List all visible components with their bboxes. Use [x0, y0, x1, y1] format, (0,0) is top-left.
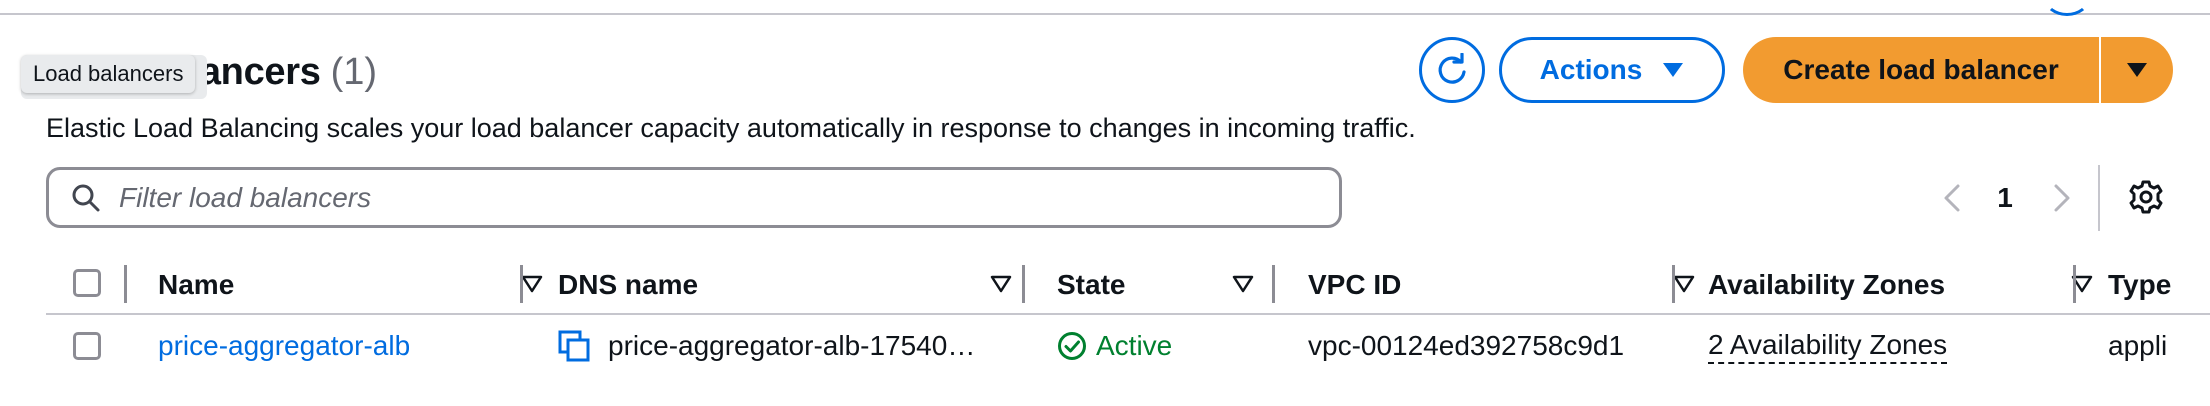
create-load-balancer-label: Create load balancer — [1783, 54, 2059, 85]
page-title-count: (1) — [330, 50, 378, 93]
page-number[interactable]: 1 — [1990, 178, 2020, 218]
caret-down-icon — [2127, 63, 2147, 77]
preferences-button[interactable] — [2126, 177, 2166, 217]
column-label: Name — [158, 269, 235, 300]
cell-text: price-aggregator-alb — [158, 329, 411, 361]
previous-page-button[interactable] — [1937, 178, 1967, 218]
status-text: Active — [1096, 329, 1173, 361]
column-label: Type — [2108, 269, 2172, 300]
column-header-type[interactable]: Type — [2108, 257, 2210, 313]
refresh-icon — [1438, 53, 1466, 84]
actions-label: Actions — [1539, 54, 1643, 85]
cell-text: price-aggregator-alb-17540… — [608, 329, 976, 361]
table-header: Name DNS name State VPC ID Availability … — [46, 257, 2210, 315]
column-label: State — [1057, 269, 1126, 300]
cell-text: 2 Availability Zones — [1708, 328, 1948, 364]
load-balancer-name-link[interactable]: price-aggregator-alb — [158, 313, 410, 378]
column-header-availability-zones[interactable]: Availability Zones — [1708, 257, 2108, 313]
sort-icon — [990, 275, 1012, 293]
next-page-button[interactable] — [2047, 178, 2077, 218]
cell-text: vpc-00124ed392758c9d1 — [1308, 329, 1625, 361]
page-description: Elastic Load Balancing scales your load … — [46, 113, 1416, 143]
title-tooltip: Load balancers — [21, 55, 196, 93]
column-header-name[interactable]: Name — [158, 257, 548, 313]
column-separator — [2073, 265, 2076, 303]
dns-name-cell: price-aggregator-alb-17540… — [558, 313, 975, 378]
sort-icon — [1232, 275, 1254, 293]
row-select-checkbox[interactable] — [73, 332, 101, 360]
actions-button[interactable]: Actions — [1499, 37, 1725, 103]
column-label: DNS name — [558, 269, 699, 300]
column-separator — [1672, 265, 1675, 303]
status-success-icon — [1058, 331, 1086, 360]
column-label: VPC ID — [1308, 269, 1402, 300]
table-row: price-aggregator-alb price-aggregator-al… — [46, 313, 2210, 378]
filter-input[interactable] — [117, 180, 1271, 215]
column-separator — [124, 265, 127, 303]
column-separator — [1272, 265, 1275, 303]
refresh-button[interactable] — [1419, 37, 1485, 103]
chevron-right-icon — [2054, 184, 2070, 212]
column-separator — [1022, 265, 1025, 303]
gear-icon — [2129, 180, 2163, 214]
create-load-balancer-button[interactable]: Create load balancer — [1743, 37, 2099, 103]
sort-icon — [1673, 275, 1695, 293]
column-header-dns-name[interactable]: DNS name — [558, 257, 1048, 313]
caret-down-icon — [1663, 63, 1684, 77]
type-cell: appli — [2108, 313, 2210, 378]
state-cell: Active — [1057, 313, 1172, 378]
sort-icon — [521, 275, 543, 293]
column-label: Availability Zones — [1708, 269, 1946, 300]
column-header-state[interactable]: State — [1057, 257, 1277, 313]
chevron-left-icon — [1944, 184, 1960, 212]
vpc-id-cell: vpc-00124ed392758c9d1 — [1308, 313, 1624, 378]
copy-icon[interactable] — [558, 330, 590, 362]
availability-zones-popover[interactable]: 2 Availability Zones — [1708, 313, 1948, 378]
top-divider — [0, 0, 2210, 16]
select-all-checkbox[interactable] — [73, 269, 101, 297]
search-icon — [72, 184, 100, 211]
pager-divider — [2098, 165, 2100, 231]
create-options-dropdown[interactable] — [2101, 37, 2173, 103]
column-header-vpc-id[interactable]: VPC ID — [1308, 257, 1708, 313]
filter-container — [46, 167, 1342, 228]
cell-text: appli — [2108, 329, 2168, 361]
column-separator — [520, 265, 523, 303]
